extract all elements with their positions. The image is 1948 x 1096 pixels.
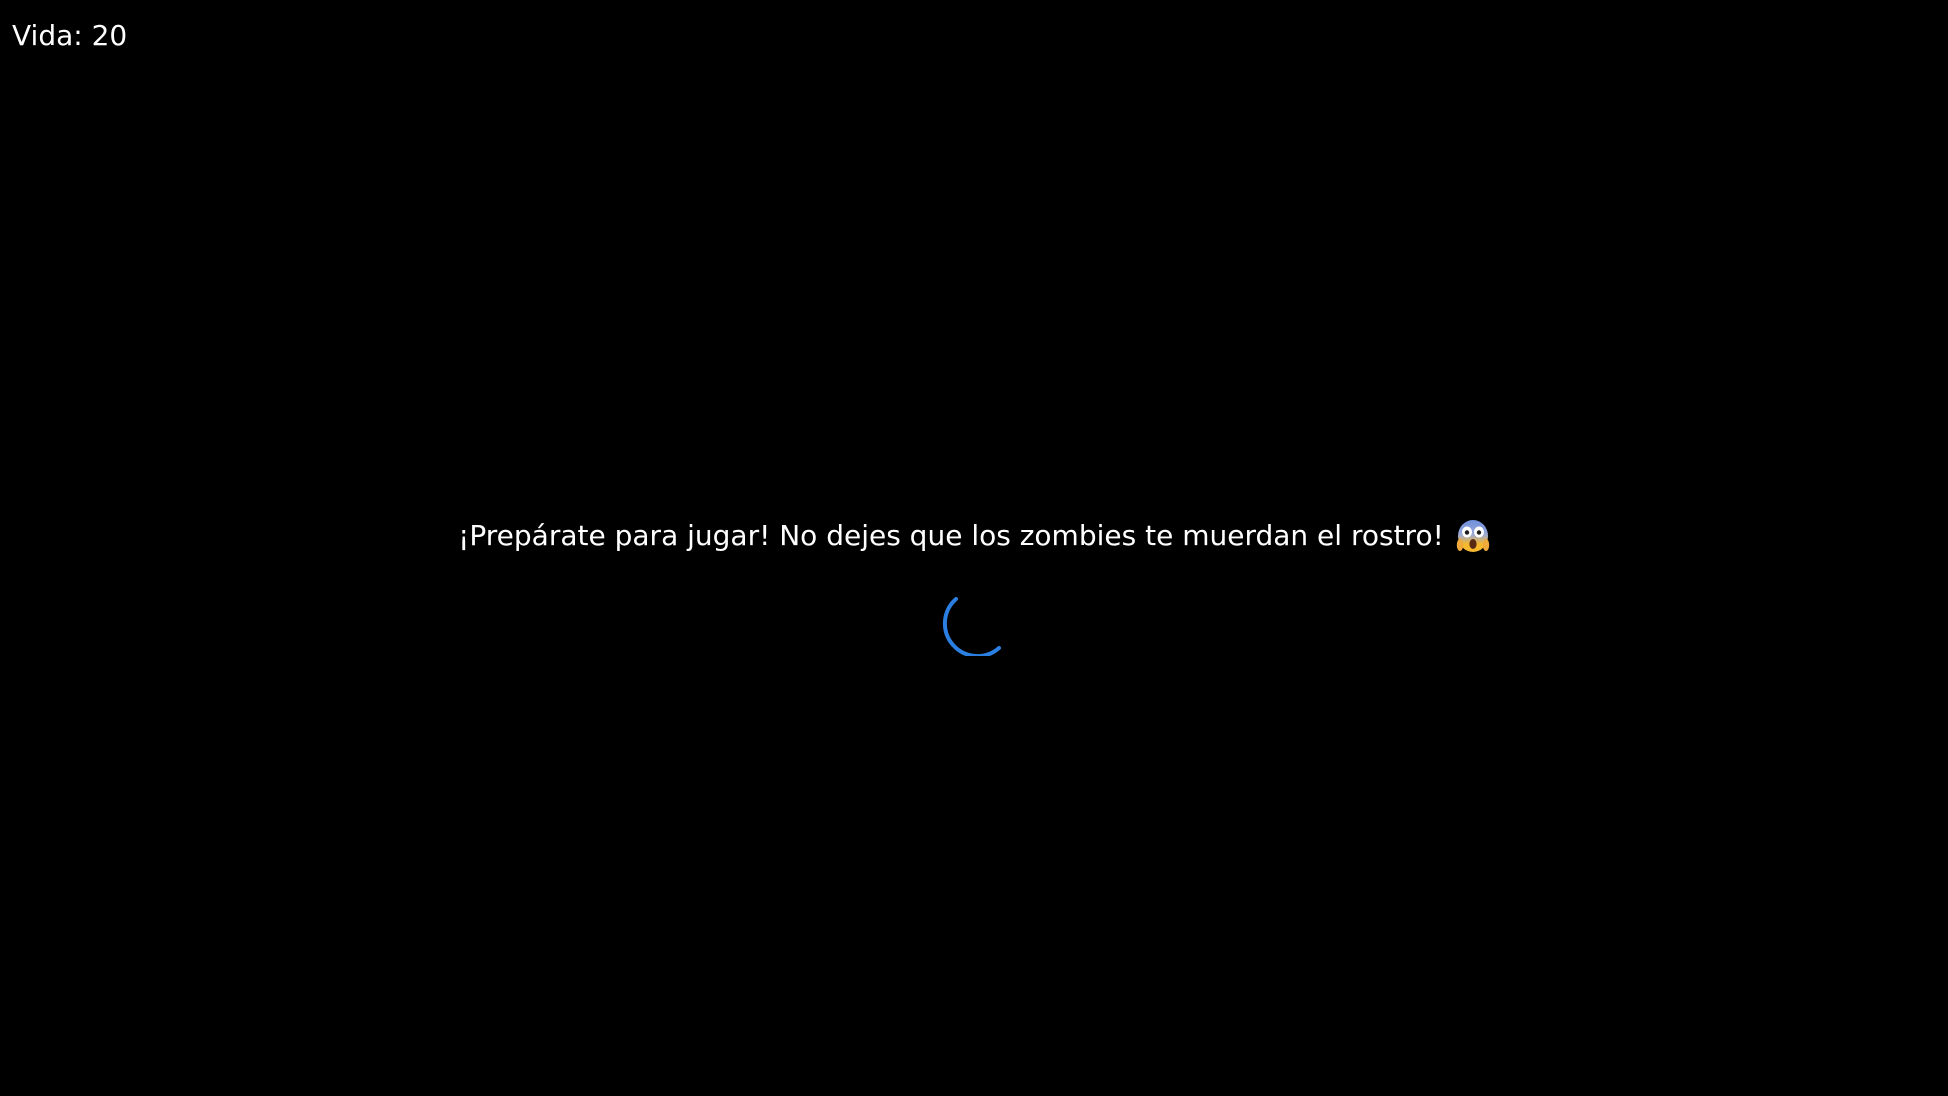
loading-message-row: ¡Prepárate para jugar! No dejes que los …	[458, 510, 1490, 562]
life-counter: Vida: 20	[12, 19, 128, 52]
screaming-face-icon	[1456, 518, 1490, 554]
loading-message: ¡Prepárate para jugar! No dejes que los …	[458, 519, 1444, 552]
loading-screen: ¡Prepárate para jugar! No dejes que los …	[0, 510, 1948, 656]
loading-spinner-icon	[939, 586, 1009, 656]
